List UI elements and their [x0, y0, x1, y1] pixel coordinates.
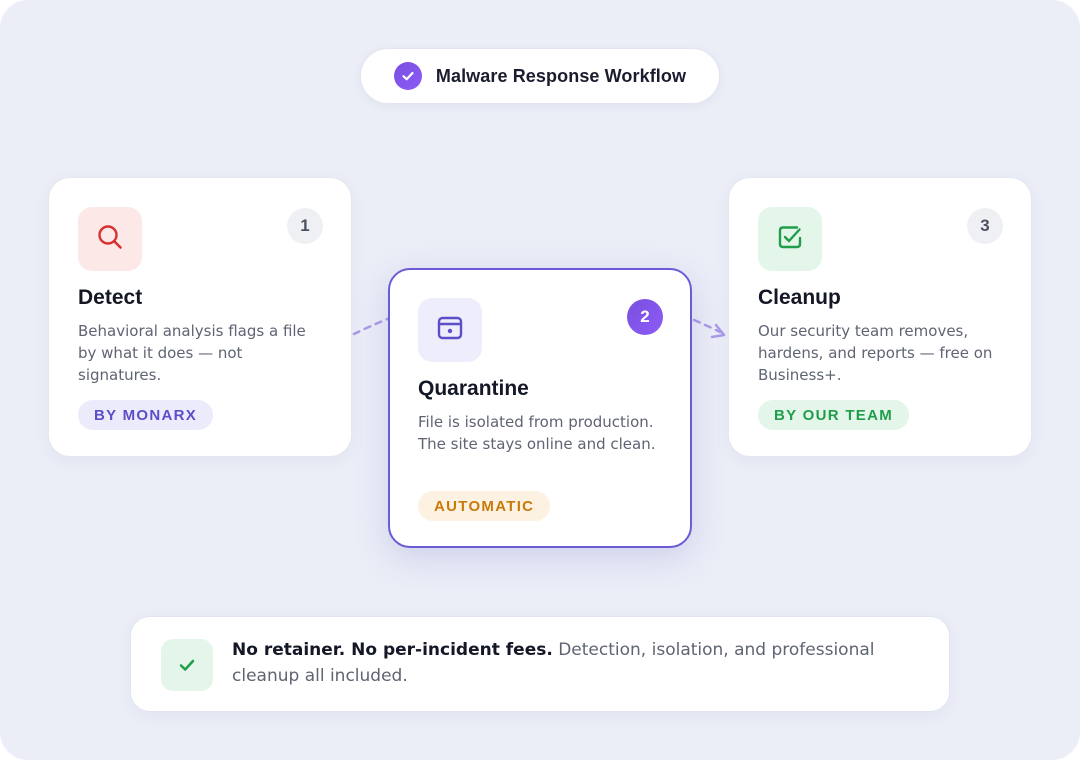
pricing-note: No retainer. No per-incident fees. Detec… [130, 616, 950, 712]
step-description: Our security team removes, hardens, and … [758, 322, 993, 384]
workflow-title-pill: Malware Response Workflow [360, 48, 720, 104]
step-card-detect: 1 Detect Behavioral analysis flags a fil… [48, 177, 352, 457]
connector-arrow-2-3 [692, 318, 726, 339]
step-card-quarantine: 2 Quarantine File is isolated from produ… [388, 268, 692, 548]
step-description: File is isolated from production. The si… [418, 413, 656, 453]
checkbox-icon [775, 222, 805, 257]
quarantine-icon-box [418, 298, 482, 362]
step-badge: BY MONARX [78, 400, 214, 430]
search-icon [95, 222, 125, 257]
step-title: Detect [78, 286, 143, 309]
workflow-canvas: Malware Response Workflow 1 Detect Behav… [0, 0, 1080, 760]
step-badge: AUTOMATIC [418, 491, 551, 521]
detect-icon-box [78, 207, 142, 271]
cleanup-icon-box [758, 207, 822, 271]
pricing-note-strong: No retainer. No per-incident fees. [232, 640, 553, 660]
step-number: 1 [287, 208, 323, 244]
step-card-cleanup: 3 Cleanup Our security team removes, har… [728, 177, 1032, 457]
step-number: 2 [627, 299, 663, 335]
workflow-title: Malware Response Workflow [435, 65, 687, 86]
step-badge: BY OUR TEAM [758, 400, 910, 430]
step-title: Quarantine [418, 377, 529, 400]
check-circle-icon [393, 62, 422, 90]
lockbox-icon [435, 313, 465, 348]
step-description: Behavioral analysis flags a file by what… [78, 322, 306, 384]
step-title: Cleanup [758, 286, 841, 309]
step-number: 3 [967, 208, 1003, 244]
pricing-note-text: No retainer. No per-incident fees. Detec… [232, 637, 922, 689]
check-icon [161, 639, 213, 691]
